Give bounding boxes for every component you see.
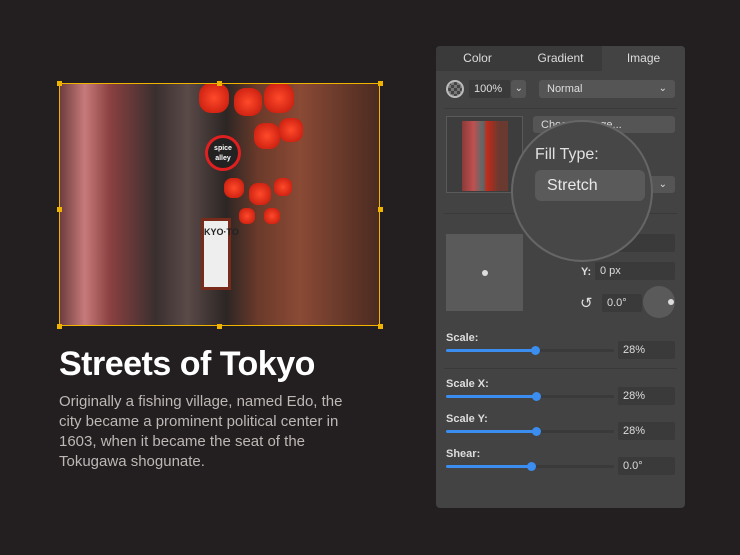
opacity-dropdown[interactable]: ⌄ [511,80,526,98]
rotation-field[interactable]: 0.0° [602,294,642,312]
slider-knob[interactable] [532,392,541,401]
article-title: Streets of Tokyo [59,345,315,383]
article-description: Originally a fishing village, named Edo,… [59,393,343,470]
fill-type-value[interactable]: Stretch [535,170,645,201]
resize-handle[interactable] [217,81,222,86]
resize-handle[interactable] [378,81,383,86]
slider-knob[interactable] [531,346,540,355]
y-field[interactable]: 0 px [595,262,675,280]
shear-label: Shear: [446,448,481,460]
resize-handle[interactable] [378,324,383,329]
scale-label: Scale: [446,332,479,344]
resize-handle[interactable] [57,81,62,86]
resize-handle[interactable] [378,207,383,212]
opacity-field[interactable]: 100% [469,80,510,98]
rotation-dial[interactable] [643,286,675,318]
scale-x-field[interactable]: 28% [618,387,675,405]
shear-field[interactable]: 0.0° [618,457,675,475]
scale-x-label: Scale X: [446,378,489,390]
chevron-down-icon: ⌄ [658,179,667,190]
slider-knob[interactable] [527,462,536,471]
tab-image[interactable]: Image [602,46,685,71]
chevron-down-icon: ⌄ [514,83,523,94]
tab-gradient[interactable]: Gradient [519,46,602,71]
tab-color[interactable]: Color [436,46,519,71]
scale-x-slider[interactable] [446,392,614,401]
resize-handle[interactable] [217,324,222,329]
magnifier-callout: Fill Type: Stretch [511,120,653,262]
scale-y-field[interactable]: 28% [618,422,675,440]
opacity-icon [446,80,464,98]
resize-handle[interactable] [57,324,62,329]
blend-mode-select[interactable]: Normal ⌄ [539,80,675,98]
shear-slider[interactable] [446,462,614,471]
rotate-icon: ↺ [580,295,593,312]
scale-field[interactable]: 28% [618,341,675,359]
resize-handle[interactable] [57,207,62,212]
y-label: Y: [581,266,592,278]
slider-knob[interactable] [532,427,541,436]
scale-slider[interactable] [446,346,614,355]
fill-inspector-panel: Color Gradient Image 100% ⌄ Normal⌄ Choo… [436,46,685,508]
chevron-down-icon: ⌄ [658,83,667,94]
scale-y-label: Scale Y: [446,413,488,425]
blend-mode-value: Normal [547,83,583,95]
position-pad[interactable] [446,234,523,311]
position-point[interactable] [482,270,488,276]
fill-type-label: Fill Type: [535,146,599,163]
scale-y-slider[interactable] [446,427,614,436]
selection-frame [59,83,380,326]
